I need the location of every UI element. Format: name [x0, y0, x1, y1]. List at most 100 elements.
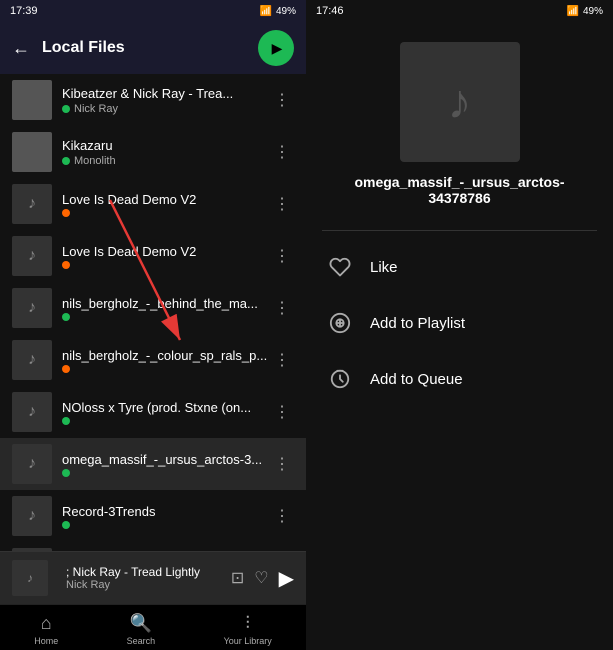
track-thumb-1: [12, 80, 52, 120]
track-thumb-9: ♪: [12, 496, 52, 536]
more-button-8[interactable]: ⋮: [270, 450, 294, 478]
now-playing-controls: ⊡ ♡ ▶: [231, 566, 294, 591]
cast-icon[interactable]: ⊡: [231, 568, 244, 588]
more-button-4[interactable]: ⋮: [270, 242, 294, 270]
track-name-1: Kibeatzer & Nick Ray - Trea...: [62, 86, 270, 101]
play-all-button[interactable]: [258, 30, 294, 66]
playlist-menu-icon: [326, 309, 354, 337]
track-name-6: nils_bergholz_-_colour_sp_rals_p...: [62, 348, 270, 363]
status-dot-8: [62, 469, 70, 477]
track-info-5: nils_bergholz_-_behind_the_ma...: [62, 296, 270, 321]
status-dot-9: [62, 521, 70, 529]
signal-icon-right: 📶: [567, 6, 579, 17]
time-left: 17:39: [10, 5, 38, 17]
like-menu-item[interactable]: Like: [306, 239, 613, 295]
left-panel: 17:39 📶 49% ← Local Files Kibeatzer & Ni…: [0, 0, 306, 650]
status-dot-4: [62, 261, 70, 269]
status-dot-2: [62, 157, 70, 165]
battery-right: 49%: [583, 6, 603, 17]
track-artist-9: [62, 521, 270, 529]
more-button-5[interactable]: ⋮: [270, 294, 294, 322]
track-thumb-10: ♪: [12, 548, 52, 551]
track-info-9: Record-3Trends: [62, 504, 270, 529]
status-dot-5: [62, 313, 70, 321]
bottom-nav: ⌂ Home 🔍Search ⫶ Your Library: [0, 604, 306, 650]
track-thumb-3: ♪: [12, 184, 52, 224]
like-label: Like: [370, 259, 398, 276]
track-item-3[interactable]: ♪ Love Is Dead Demo V2⋮: [0, 178, 306, 230]
track-info-1: Kibeatzer & Nick Ray - Trea...Nick Ray: [62, 86, 270, 115]
more-button-1[interactable]: ⋮: [270, 86, 294, 114]
track-artist-8: [62, 469, 270, 477]
library-nav-label: Your Library: [224, 636, 272, 646]
queue-menu-icon: [326, 365, 354, 393]
track-artist-5: [62, 313, 270, 321]
more-button-7[interactable]: ⋮: [270, 398, 294, 426]
track-artist-6: [62, 365, 270, 373]
track-item-5[interactable]: ♪ nils_bergholz_-_behind_the_ma...⋮: [0, 282, 306, 334]
track-title-right: omega_massif_-_ursus_arctos-34378786: [306, 174, 613, 206]
now-playing-artist: Nick Ray: [66, 579, 223, 591]
status-dot-7: [62, 417, 70, 425]
track-thumb-6: ♪: [12, 340, 52, 380]
track-item-2[interactable]: Kikazaru Monolith⋮: [0, 126, 306, 178]
more-button-9[interactable]: ⋮: [270, 502, 294, 530]
heart-icon-np[interactable]: ♡: [254, 568, 268, 588]
add-to-queue-label: Add to Queue: [370, 371, 463, 388]
track-info-8: omega_massif_-_ursus_arctos-3...: [62, 452, 270, 477]
status-dot-1: [62, 105, 70, 113]
menu-divider-top: [322, 230, 597, 231]
track-artist-3: [62, 209, 270, 217]
now-playing-title: ; Nick Ray - Tread Lightly: [66, 565, 223, 579]
track-thumb-4: ♪: [12, 236, 52, 276]
nav-item-search[interactable]: 🔍Search: [127, 613, 156, 646]
track-item-1[interactable]: Kibeatzer & Nick Ray - Trea...Nick Ray⋮: [0, 74, 306, 126]
track-info-3: Love Is Dead Demo V2: [62, 192, 270, 217]
header-left: ← Local Files: [0, 22, 306, 74]
add-to-playlist-label: Add to Playlist: [370, 315, 465, 332]
track-name-7: NOloss x Tyre (prod. Stxne (on...: [62, 400, 270, 415]
search-nav-icon: 🔍: [130, 613, 152, 634]
track-item-10[interactable]: ♪Record-3Trends⋮: [0, 542, 306, 551]
track-info-7: NOloss x Tyre (prod. Stxne (on...: [62, 400, 270, 425]
nav-item-library[interactable]: ⫶ Your Library: [224, 613, 272, 646]
signal-icon: 📶: [260, 6, 272, 17]
track-thumb-5: ♪: [12, 288, 52, 328]
track-item-8[interactable]: ♪ omega_massif_-_ursus_arctos-3...⋮: [0, 438, 306, 490]
home-nav-label: Home: [34, 636, 58, 646]
track-item-9[interactable]: ♪ Record-3Trends⋮: [0, 490, 306, 542]
track-name-4: Love Is Dead Demo V2: [62, 244, 270, 259]
track-name-2: Kikazaru: [62, 138, 270, 153]
back-button[interactable]: ←: [12, 38, 30, 59]
now-playing-thumb: ♪: [12, 560, 48, 596]
track-name-8: omega_massif_-_ursus_arctos-3...: [62, 452, 270, 467]
track-thumb-8: ♪: [12, 444, 52, 484]
track-artist-4: [62, 261, 270, 269]
track-info-6: nils_bergholz_-_colour_sp_rals_p...: [62, 348, 270, 373]
heart-menu-icon: [326, 253, 354, 281]
home-nav-icon: ⌂: [41, 613, 52, 634]
play-button-np[interactable]: ▶: [279, 566, 294, 591]
track-item-4[interactable]: ♪ Love Is Dead Demo V2⋮: [0, 230, 306, 282]
track-info-4: Love Is Dead Demo V2: [62, 244, 270, 269]
page-title: Local Files: [42, 39, 246, 57]
status-dot-3: [62, 209, 70, 217]
more-button-3[interactable]: ⋮: [270, 190, 294, 218]
right-panel: 17:46 📶 49% ♪ omega_massif_-_ursus_arcto…: [306, 0, 613, 650]
track-artist-2: Monolith: [62, 155, 270, 167]
library-nav-icon: ⫶: [245, 613, 250, 634]
more-button-6[interactable]: ⋮: [270, 346, 294, 374]
nav-item-home[interactable]: ⌂ Home: [34, 613, 58, 646]
status-bar-right: 17:46 📶 49%: [306, 0, 613, 22]
track-item-6[interactable]: ♪ nils_bergholz_-_colour_sp_rals_p...⋮: [0, 334, 306, 386]
track-info-2: Kikazaru Monolith: [62, 138, 270, 167]
track-artist-7: [62, 417, 270, 425]
add-to-playlist-menu-item[interactable]: Add to Playlist: [306, 295, 613, 351]
track-list: Kibeatzer & Nick Ray - Trea...Nick Ray⋮K…: [0, 74, 306, 551]
add-to-queue-menu-item[interactable]: Add to Queue: [306, 351, 613, 407]
track-name-5: nils_bergholz_-_behind_the_ma...: [62, 296, 270, 311]
track-item-7[interactable]: ♪NOloss x Tyre (prod. Stxne (on...⋮: [0, 386, 306, 438]
more-button-2[interactable]: ⋮: [270, 138, 294, 166]
status-icons-right: 📶 49%: [567, 6, 603, 17]
track-art-section: ♪ omega_massif_-_ursus_arctos-34378786: [306, 22, 613, 222]
